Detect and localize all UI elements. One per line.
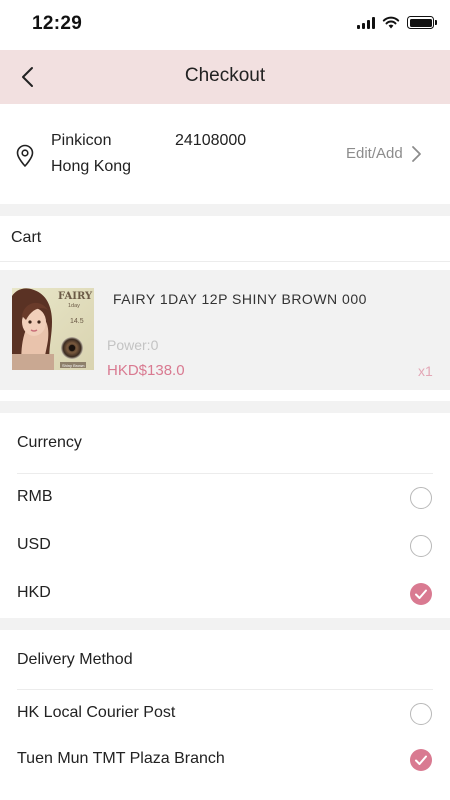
radio-checked-icon[interactable] [410,749,432,771]
currency-option-usd[interactable]: USD [0,523,450,569]
delivery-option-tmt-plaza[interactable]: Tuen Mun TMT Plaza Branch [0,737,450,783]
status-time: 12:29 [32,13,83,34]
product-image-color: Shiny Brown [62,363,84,368]
wifi-icon [382,16,400,29]
product-image-diameter: 14.5 [70,318,84,325]
currency-option-hkd[interactable]: HKD [0,571,450,617]
divider [17,473,433,474]
recipient-region: Hong Kong [51,158,132,175]
radio-unchecked-icon[interactable] [410,487,432,509]
product-name: FAIRY 1DAY 12P SHINY BROWN 000 [113,291,367,307]
radio-unchecked-icon[interactable] [410,535,432,557]
currency-option-label: RMB [17,488,53,505]
cart-section-header [0,216,450,262]
edit-address-link[interactable]: Edit/Add [346,145,403,162]
delivery-option-label: Tuen Mun TMT Plaza Branch [17,750,225,767]
delivery-section-title: Delivery Method [17,651,133,668]
radio-checked-icon[interactable] [410,583,432,605]
product-quantity: x1 [418,363,433,379]
currency-option-rmb[interactable]: RMB [0,475,450,521]
delivery-option-label: HK Local Courier Post [17,704,176,721]
cart-title: Cart [11,229,42,246]
chevron-right-icon [412,146,421,162]
section-separator [0,401,450,413]
navigation-bar: Checkout [0,50,450,104]
location-pin-icon [16,144,34,167]
delivery-option-courier[interactable]: HK Local Courier Post [0,691,450,737]
product-image: FAIRY 1day 14.5 Shiny Brown [12,288,94,370]
section-separator [0,204,450,216]
cellular-signal-icon [357,16,375,29]
divider [17,689,433,690]
currency-option-label: HKD [17,584,51,601]
status-bar: 12:29 [0,0,450,50]
status-icons [357,16,437,29]
recipient-phone: 24108000 [175,132,247,149]
battery-icon [407,16,437,29]
section-separator [0,618,450,630]
radio-unchecked-icon[interactable] [410,703,432,725]
page-title: Checkout [184,65,266,86]
currency-section-title: Currency [17,434,82,451]
product-price: HKD$138.0 [107,362,185,379]
currency-option-label: USD [17,536,51,553]
product-image-line: 1day [68,303,80,309]
product-power: Power:0 [107,337,159,353]
recipient-name: Pinkicon [51,132,112,149]
product-image-brand: FAIRY [58,291,93,302]
